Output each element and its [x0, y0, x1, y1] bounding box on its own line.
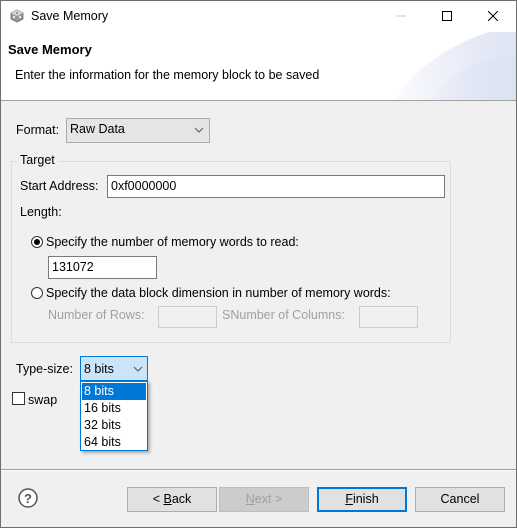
type-size-value: 8 bits: [84, 362, 114, 376]
svg-text:?: ?: [24, 491, 32, 506]
cancel-button[interactable]: Cancel: [415, 487, 505, 512]
maximize-icon: [442, 10, 452, 24]
type-size-option[interactable]: 16 bits: [82, 400, 146, 417]
window-title: Save Memory: [31, 9, 109, 23]
header-description: Enter the information for the memory blo…: [15, 68, 320, 82]
back-button[interactable]: < Back: [127, 487, 217, 512]
chevron-down-icon: [194, 124, 204, 138]
help-icon[interactable]: ?: [18, 488, 38, 508]
start-address-value: 0xf0000000: [111, 179, 177, 193]
word-count-input[interactable]: 131072: [48, 256, 157, 279]
format-label: Format:: [16, 123, 60, 137]
minimize-button[interactable]: [378, 1, 424, 32]
title-bar: Save Memory: [1, 1, 516, 32]
next-mnemonic: N: [245, 492, 255, 506]
memory-cube-icon: [10, 9, 24, 23]
length-label: Length:: [20, 205, 62, 219]
start-address-label: Start Address:: [20, 179, 99, 193]
columns-input[interactable]: [359, 306, 418, 328]
word-count-value: 131072: [52, 260, 94, 274]
minimize-icon: [396, 10, 406, 24]
back-prefix: <: [152, 492, 164, 506]
wizard-header: Save Memory Enter the information for th…: [1, 32, 516, 101]
type-size-label: Type-size:: [16, 362, 73, 376]
format-combo[interactable]: Raw Data: [66, 118, 210, 143]
start-address-input[interactable]: 0xf0000000: [107, 175, 445, 198]
finish-mnemonic: F: [345, 492, 353, 506]
finish-label: inish: [352, 492, 379, 506]
target-legend: Target: [17, 153, 58, 167]
next-label: ext >: [254, 492, 283, 506]
radio-block-dimension[interactable]: [31, 287, 43, 299]
save-memory-dialog: Save Memory Save Memory Enter the inform…: [0, 0, 517, 528]
chevron-down-icon: [133, 363, 143, 377]
columns-label: SNumber of Columns:: [222, 308, 345, 322]
header-title: Save Memory: [8, 42, 92, 57]
close-button[interactable]: [470, 1, 516, 32]
type-size-option[interactable]: 64 bits: [82, 434, 146, 451]
rows-label: Number of Rows:: [48, 308, 145, 322]
back-mnemonic: B: [163, 492, 172, 506]
radio-selected-dot: [34, 239, 40, 245]
next-button[interactable]: Next >: [219, 487, 309, 512]
close-icon: [487, 10, 499, 24]
type-size-dropdown-list: 8 bits 16 bits 32 bits 64 bits: [80, 381, 148, 451]
swap-label[interactable]: swap: [28, 393, 57, 407]
type-size-option[interactable]: 32 bits: [82, 417, 146, 434]
rows-input[interactable]: [158, 306, 217, 328]
format-value: Raw Data: [70, 122, 125, 136]
swap-checkbox[interactable]: [12, 392, 25, 405]
maximize-button[interactable]: [424, 1, 470, 32]
radio-number-of-words[interactable]: [31, 236, 43, 248]
radio-number-of-words-label[interactable]: Specify the number of memory words to re…: [46, 235, 299, 249]
finish-button[interactable]: Finish: [317, 487, 407, 512]
type-size-option[interactable]: 8 bits: [82, 383, 146, 400]
radio-block-dimension-label[interactable]: Specify the data block dimension in numb…: [46, 286, 391, 300]
back-label: ack: [171, 492, 192, 506]
type-size-combo[interactable]: 8 bits: [80, 356, 148, 381]
footer-divider: [1, 470, 516, 471]
